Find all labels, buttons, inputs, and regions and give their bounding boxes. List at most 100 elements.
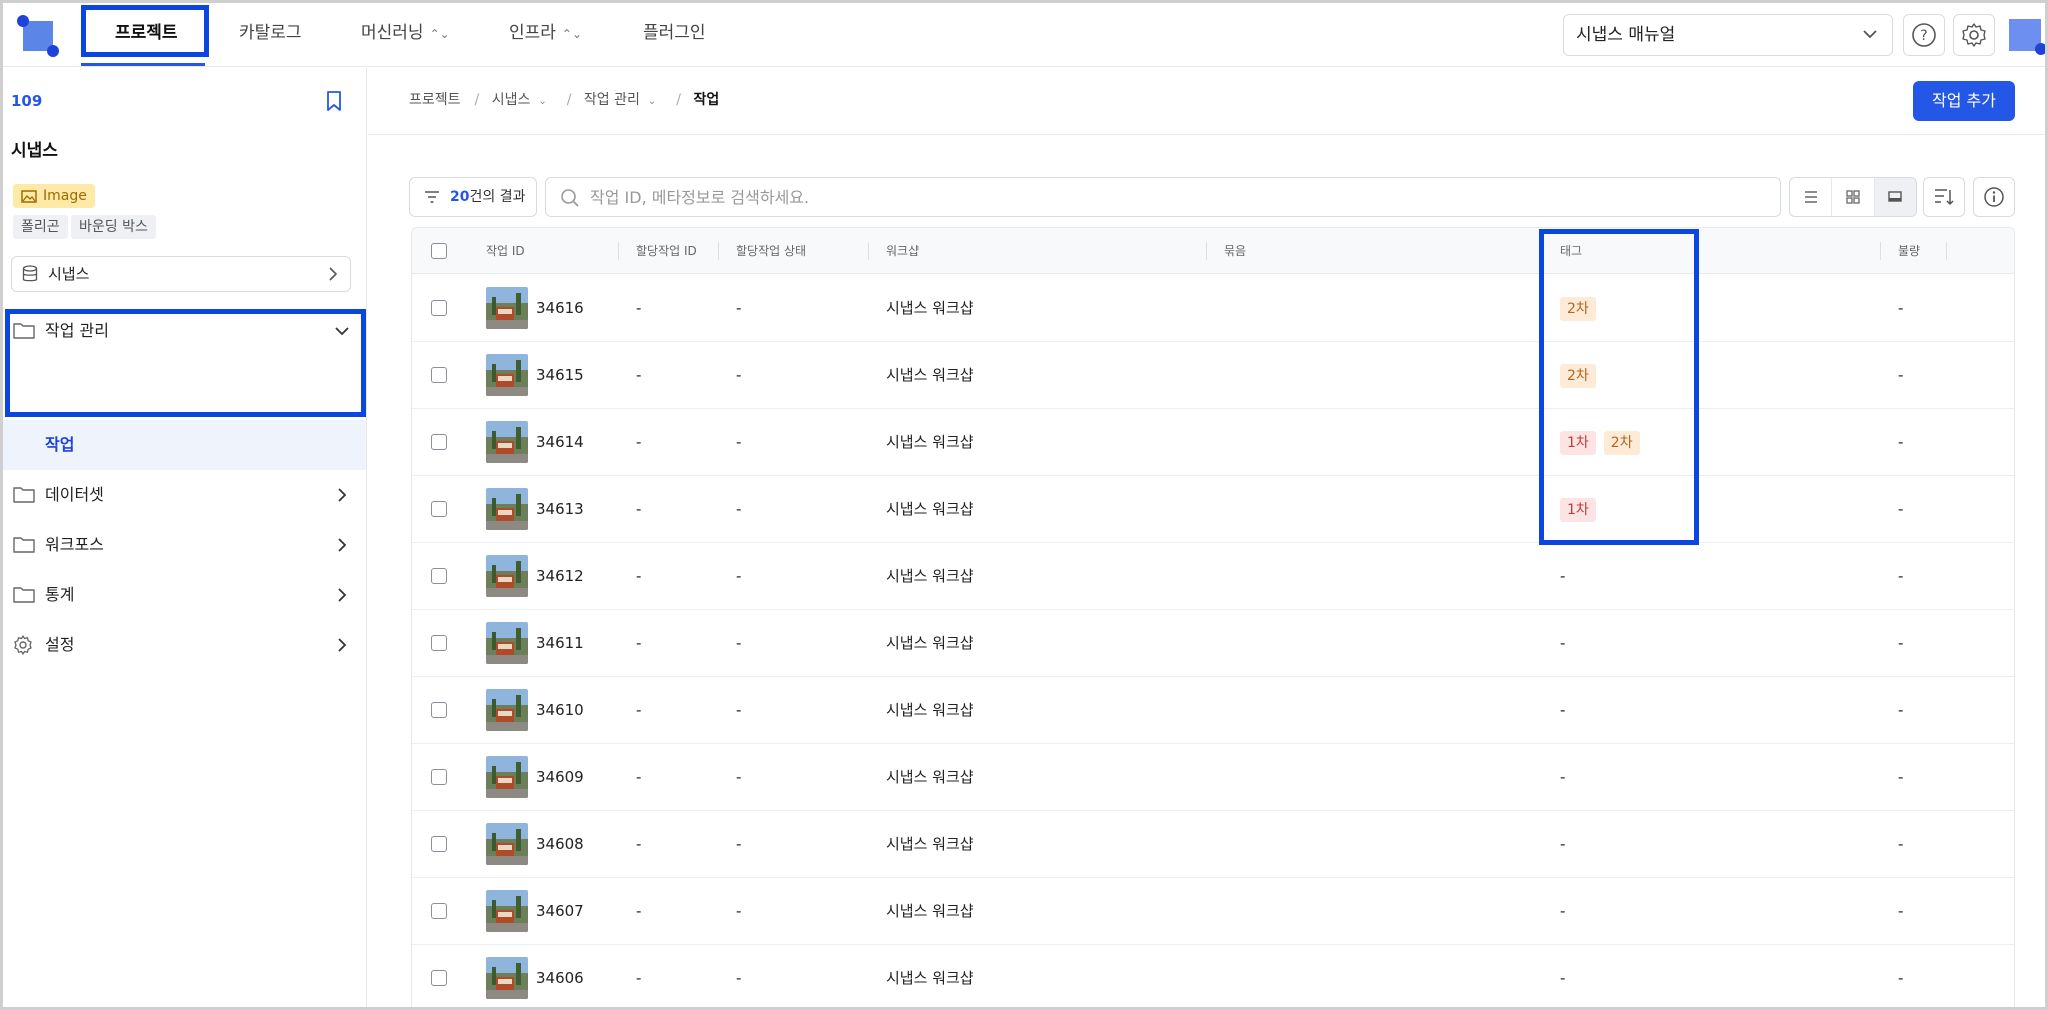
row-checkbox[interactable]: [431, 501, 447, 517]
cell-assign-id: -: [636, 701, 642, 719]
table-row[interactable]: 34613 - - 시냅스 워크샵 1차 -: [412, 476, 2014, 543]
task-thumbnail[interactable]: [486, 756, 528, 798]
task-thumbnail[interactable]: [486, 622, 528, 664]
nav-tab-catalog[interactable]: 카탈로그: [239, 3, 302, 65]
row-checkbox[interactable]: [431, 769, 447, 785]
cell-task-id[interactable]: 34606: [536, 945, 584, 1007]
cell-task-id[interactable]: 34607: [536, 878, 584, 945]
search-bar[interactable]: [545, 177, 1781, 217]
table-row[interactable]: 34609 - - 시냅스 워크샵 - -: [412, 744, 2014, 811]
nav-tab-project[interactable]: 프로젝트: [115, 3, 178, 65]
cell-task-id[interactable]: 34616: [536, 275, 584, 342]
list-view-button[interactable]: [1790, 178, 1833, 216]
app-logo[interactable]: [17, 15, 59, 57]
row-checkbox[interactable]: [431, 300, 447, 316]
task-thumbnail[interactable]: [486, 957, 528, 999]
table-row[interactable]: 34610 - - 시냅스 워크샵 - -: [412, 677, 2014, 744]
row-checkbox[interactable]: [431, 434, 447, 450]
cell-task-id[interactable]: 34610: [536, 677, 584, 744]
row-checkbox[interactable]: [431, 903, 447, 919]
breadcrumb-project[interactable]: 프로젝트: [409, 92, 461, 108]
grid-view-button[interactable]: [1832, 178, 1875, 216]
task-thumbnail[interactable]: [486, 354, 528, 396]
table-row[interactable]: 34612 - - 시냅스 워크샵 - -: [412, 543, 2014, 610]
cell-assign-status: -: [736, 500, 742, 518]
task-thumbnail[interactable]: [486, 823, 528, 865]
table-row[interactable]: 34616 - - 시냅스 워크샵 2차 -: [412, 275, 2014, 342]
breadcrumb-task-management[interactable]: 작업 관리 ⌄: [584, 92, 662, 108]
sidebar-item-workforce[interactable]: 워크포스: [3, 520, 366, 570]
task-thumbnail[interactable]: [486, 421, 528, 463]
table-row[interactable]: 34611 - - 시냅스 워크샵 - -: [412, 610, 2014, 677]
cell-workshop: 시냅스 워크샵: [886, 433, 974, 451]
table-row[interactable]: 34614 - - 시냅스 워크샵 1차 2차 -: [412, 409, 2014, 476]
preview-view-button[interactable]: [1874, 178, 1916, 216]
task-thumbnail[interactable]: [486, 890, 528, 932]
select-all-checkbox[interactable]: [431, 243, 447, 259]
row-checkbox[interactable]: [431, 367, 447, 383]
row-checkbox[interactable]: [431, 970, 447, 986]
table-row[interactable]: 34608 - - 시냅스 워크샵 - -: [412, 811, 2014, 878]
cell-tags: -: [1560, 610, 1565, 677]
info-button[interactable]: [1973, 177, 2015, 217]
nav-tab-infra[interactable]: 인프라 ⌃⌄: [509, 3, 582, 65]
task-thumbnail[interactable]: [486, 555, 528, 597]
sort-button[interactable]: [1923, 177, 1965, 217]
column-header-bundle[interactable]: 묶음: [1224, 228, 1246, 274]
table-row[interactable]: 34606 - - 시냅스 워크샵 - -: [412, 945, 2014, 1007]
task-thumbnail[interactable]: [486, 689, 528, 731]
column-header-workshop[interactable]: 워크샵: [886, 228, 919, 274]
help-circle-icon: ?: [1912, 23, 1936, 47]
column-header-assign-id[interactable]: 할당작업 ID: [636, 228, 697, 274]
bookmark-icon[interactable]: [325, 90, 343, 116]
cell-defect: -: [1898, 701, 1904, 719]
help-button[interactable]: ?: [1903, 14, 1945, 56]
sidebar-item-task-management[interactable]: 작업 관리: [3, 306, 366, 356]
tag-chip: 1차: [1560, 497, 1596, 522]
nav-tab-plugin[interactable]: 플러그인: [643, 3, 706, 65]
settings-button[interactable]: [1953, 14, 1995, 56]
cell-task-id[interactable]: 34609: [536, 744, 584, 811]
cell-task-id[interactable]: 34613: [536, 476, 584, 543]
cell-tags: 1차: [1560, 476, 1604, 543]
table-row[interactable]: 34615 - - 시냅스 워크샵 2차 -: [412, 342, 2014, 409]
settings-gear-icon: [1962, 23, 1986, 47]
cell-tags: 1차 2차: [1560, 409, 1648, 476]
cell-defect: -: [1898, 500, 1904, 518]
cell-task-id[interactable]: 34608: [536, 811, 584, 878]
row-checkbox[interactable]: [431, 702, 447, 718]
nav-tab-machine-learning[interactable]: 머신러닝 ⌃⌄: [361, 3, 450, 65]
cell-task-id[interactable]: 34614: [536, 409, 584, 476]
cell-workshop: 시냅스 워크샵: [886, 634, 974, 652]
column-header-defect[interactable]: 불량: [1898, 228, 1920, 274]
add-task-button[interactable]: 작업 추가: [1913, 81, 2015, 121]
cell-task-id[interactable]: 34615: [536, 342, 584, 409]
column-header-task-id[interactable]: 작업 ID: [486, 228, 525, 274]
row-checkbox[interactable]: [431, 568, 447, 584]
cell-assign-status: -: [736, 701, 742, 719]
sidebar-item-dataset[interactable]: 데이터셋: [3, 470, 366, 520]
manual-select[interactable]: 시냅스 매뉴얼: [1563, 14, 1893, 56]
sidebar-item-statistics[interactable]: 통계: [3, 570, 366, 620]
dataset-select[interactable]: 시냅스: [11, 256, 351, 292]
chevron-right-icon: [338, 638, 347, 652]
task-thumbnail[interactable]: [486, 287, 528, 329]
search-input[interactable]: [590, 178, 1770, 216]
breadcrumb-synapse[interactable]: 시냅스 ⌄: [492, 92, 553, 108]
cell-assign-status: -: [736, 634, 742, 652]
filter-result-button[interactable]: 20건의 결과: [409, 177, 537, 217]
cell-assign-id: -: [636, 500, 642, 518]
sidebar-subitem-task[interactable]: 작업: [3, 420, 366, 470]
cell-task-id[interactable]: 34612: [536, 543, 584, 610]
cell-task-id[interactable]: 34611: [536, 610, 584, 677]
row-checkbox[interactable]: [431, 836, 447, 852]
task-thumbnail[interactable]: [486, 488, 528, 530]
column-header-tags[interactable]: 태그: [1560, 228, 1582, 274]
sidebar-item-label: 워크포스: [45, 535, 104, 554]
avatar[interactable]: [2005, 15, 2045, 55]
table-row[interactable]: 34607 - - 시냅스 워크샵 - -: [412, 878, 2014, 945]
sidebar-item-settings[interactable]: 설정: [3, 620, 366, 670]
cell-assign-id: -: [636, 969, 642, 987]
column-header-assign-status[interactable]: 할당작업 상태: [736, 228, 806, 274]
row-checkbox[interactable]: [431, 635, 447, 651]
